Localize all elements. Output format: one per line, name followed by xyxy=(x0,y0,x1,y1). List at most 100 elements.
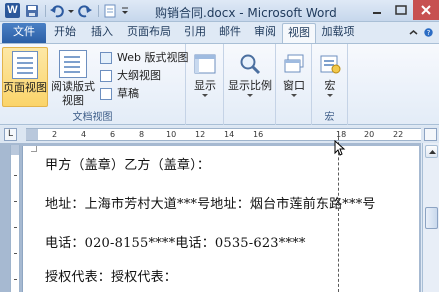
view-ruler-icon[interactable] xyxy=(424,128,437,141)
vertical-ruler-tick xyxy=(14,253,17,254)
outline-icon xyxy=(100,70,112,82)
web-layout-icon xyxy=(100,52,112,64)
reading-view-icon xyxy=(59,50,87,78)
vertical-ruler-tick xyxy=(14,279,17,280)
group-label-macros: 宏 xyxy=(324,112,335,123)
vertical-ruler-tick xyxy=(14,227,17,228)
zoom-label: 显示比例 xyxy=(228,79,272,92)
print-layout-label: 页面视图 xyxy=(3,81,47,94)
document-line: 地址：上海市芳村大道***号地址：烟台市莲前东路***号 xyxy=(45,197,376,212)
restore-icon[interactable] xyxy=(389,0,413,20)
quick-access-toolbar xyxy=(24,3,132,19)
vertical-ruler-tick xyxy=(14,201,17,202)
ruler-label: 10 xyxy=(166,130,177,139)
ruler-label: 2 xyxy=(52,130,58,139)
draft-button[interactable]: 草稿 xyxy=(98,86,139,102)
macros-button[interactable]: 宏 xyxy=(314,46,346,106)
word-app-icon[interactable]: W xyxy=(5,3,20,18)
tab-file[interactable]: 文件 xyxy=(2,23,46,43)
show-button[interactable]: 显示 xyxy=(188,46,222,106)
horizontal-ruler[interactable]: 2 4 6 8 10 12 14 16 18 20 22 xyxy=(26,128,421,141)
ribbon-view: 页面视图 阅读版式 视图 Web 版式视图 大纲视图 草稿 文档视图 显示 显示… xyxy=(0,43,439,125)
ribbon-controls: ? xyxy=(409,27,433,37)
group-zoom: 显示比例 xyxy=(224,44,276,125)
print-layout-icon xyxy=(12,51,38,79)
ribbon-tab-bar: 文件 开始 插入 页面布局 引用 邮件 审阅 视图 加载项 ? xyxy=(0,22,439,43)
group-document-views: 页面视图 阅读版式 视图 Web 版式视图 大纲视图 草稿 文档视图 xyxy=(0,44,188,125)
reading-view-label-line2: 视图 xyxy=(62,94,84,107)
tab-home[interactable]: 开始 xyxy=(46,23,84,43)
minimize-icon[interactable] xyxy=(365,0,389,20)
window-dropdown-icon xyxy=(291,94,297,97)
tab-review[interactable]: 审阅 xyxy=(248,23,282,43)
quick-access-dropdown-icon[interactable] xyxy=(120,3,130,19)
qat-divider xyxy=(98,5,99,17)
outline-button[interactable]: 大纲视图 xyxy=(98,68,161,84)
ruler-label: 12 xyxy=(195,130,206,139)
ruler-label: 8 xyxy=(139,130,145,139)
zoom-dropdown-icon xyxy=(247,94,253,97)
print-layout-button[interactable]: 页面视图 xyxy=(2,47,48,107)
ruler-label: 4 xyxy=(81,130,87,139)
ruler-label: 20 xyxy=(364,130,375,139)
vertical-ruler-tick xyxy=(14,175,17,176)
close-icon[interactable] xyxy=(413,0,439,20)
window-icon xyxy=(282,52,306,76)
vertical-scrollbar[interactable] xyxy=(422,143,439,292)
save-icon[interactable] xyxy=(24,3,40,19)
document-line: 授权代表：授权代表： xyxy=(45,270,178,285)
scroll-up-icon[interactable] xyxy=(425,145,438,158)
new-document-icon[interactable] xyxy=(102,3,118,19)
macros-label: 宏 xyxy=(324,79,336,92)
undo-icon[interactable] xyxy=(49,3,65,19)
redo-icon[interactable] xyxy=(77,3,93,19)
window-label: 窗口 xyxy=(283,79,305,92)
show-dropdown-icon xyxy=(202,94,208,97)
document-line: 电话：020-8155****电话：0535-623**** xyxy=(45,236,306,251)
vertical-ruler-margin xyxy=(11,145,19,155)
ruler-label: 14 xyxy=(224,130,235,139)
help-icon[interactable]: ? xyxy=(424,27,433,37)
show-icon xyxy=(193,52,217,76)
tab-selector-button[interactable]: L xyxy=(4,128,17,141)
mouse-pointer-icon xyxy=(334,139,346,156)
tab-insert[interactable]: 插入 xyxy=(84,23,120,43)
full-screen-reading-button[interactable]: 阅读版式 视图 xyxy=(50,47,96,107)
web-layout-button[interactable]: Web 版式视图 xyxy=(98,50,188,66)
qat-divider xyxy=(45,5,46,17)
group-label-document-views: 文档视图 xyxy=(72,112,113,123)
ruler-label: 16 xyxy=(253,130,264,139)
title-bar: W 购销合同.docx - Microsoft Word xyxy=(0,0,439,22)
reading-view-label-line1: 阅读版式 xyxy=(51,80,95,93)
vertical-ruler[interactable] xyxy=(10,145,20,292)
tab-page-layout[interactable]: 页面布局 xyxy=(120,23,178,43)
ruler-label: 22 xyxy=(393,130,404,139)
tab-add-ins[interactable]: 加载项 xyxy=(316,23,360,43)
scrollbar-thumb[interactable] xyxy=(425,207,438,229)
tab-references[interactable]: 引用 xyxy=(178,23,212,43)
group-macros: 宏 宏 xyxy=(312,44,348,125)
tab-view[interactable]: 视图 xyxy=(282,23,316,43)
tab-mailings[interactable]: 邮件 xyxy=(212,23,248,43)
draft-icon xyxy=(100,88,112,100)
draft-label: 草稿 xyxy=(117,87,139,100)
horizontal-ruler-bar: L 2 4 6 8 10 12 14 16 18 20 22 xyxy=(0,126,439,143)
macros-icon xyxy=(318,52,342,76)
group-window: 窗口 xyxy=(276,44,312,125)
zoom-button[interactable]: 显示比例 xyxy=(226,46,274,106)
page-margin-corner xyxy=(31,146,37,152)
ruler-label: 6 xyxy=(110,130,116,139)
window-button[interactable]: 窗口 xyxy=(278,46,310,106)
document-page[interactable]: 甲方（盖章）乙方（盖章）： 地址：上海市芳村大道***号地址：烟台市莲前东路**… xyxy=(22,146,419,292)
ribbon-minimize-icon[interactable] xyxy=(409,27,418,36)
web-layout-label: Web 版式视图 xyxy=(117,51,189,64)
undo-dropdown-icon[interactable] xyxy=(67,3,75,19)
outline-label: 大纲视图 xyxy=(117,69,161,82)
ruler-left-margin xyxy=(26,129,38,140)
document-line: 甲方（盖章）乙方（盖章）： xyxy=(45,158,211,173)
svg-text:?: ? xyxy=(427,29,431,37)
show-label: 显示 xyxy=(194,79,216,92)
macros-dropdown-icon xyxy=(327,94,333,97)
magnifier-icon xyxy=(238,52,262,76)
group-show: 显示 xyxy=(186,44,224,125)
